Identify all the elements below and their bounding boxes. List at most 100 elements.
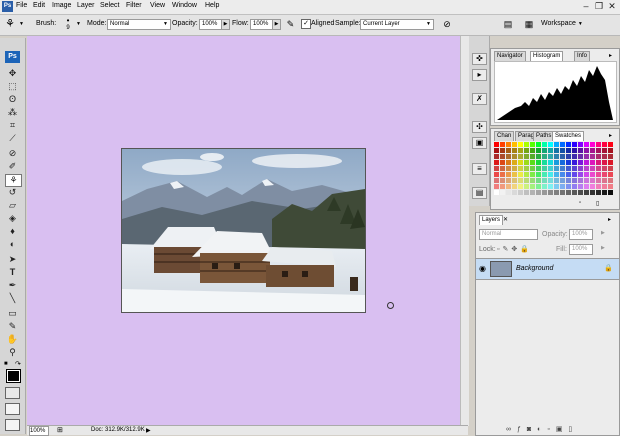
swatch[interactable] [494, 172, 499, 177]
swatch[interactable] [578, 148, 583, 153]
swatch[interactable] [560, 166, 565, 171]
swatch[interactable] [572, 178, 577, 183]
swatch[interactable] [506, 190, 511, 195]
swatch[interactable] [554, 184, 559, 189]
panel-menu-icon[interactable]: ▸ [608, 216, 611, 223]
swatch[interactable] [506, 172, 511, 177]
tab-navigator[interactable]: Navigator [494, 51, 526, 61]
swatch[interactable] [524, 184, 529, 189]
swatch[interactable] [518, 178, 523, 183]
trash-icon[interactable]: ▯ [596, 200, 599, 207]
swatch[interactable] [518, 154, 523, 159]
swatch[interactable] [542, 142, 547, 147]
swatch[interactable] [494, 148, 499, 153]
swatch[interactable] [590, 184, 595, 189]
swatch[interactable] [584, 172, 589, 177]
vertical-scrollbar[interactable] [460, 36, 469, 426]
swatch[interactable] [524, 142, 529, 147]
notes-tool-icon[interactable]: ▭ [5, 308, 20, 319]
swatch[interactable] [584, 154, 589, 159]
healing-brush-tool-icon[interactable]: ⊘ [5, 148, 20, 159]
fill-field[interactable]: 100% [569, 244, 593, 255]
swatch[interactable] [530, 190, 535, 195]
zoom-tool-icon[interactable]: ⚲ [5, 347, 20, 358]
swatch[interactable] [584, 160, 589, 165]
swatch[interactable] [578, 172, 583, 177]
zoom-field[interactable]: 100% [29, 426, 49, 436]
swatch[interactable] [578, 184, 583, 189]
type-tool-icon[interactable]: T [5, 267, 20, 278]
palette-well-icon[interactable]: ▦ [523, 18, 535, 30]
swatch[interactable] [560, 142, 565, 147]
crop-tool-icon[interactable]: ⌗ [5, 120, 20, 131]
swatch[interactable] [542, 148, 547, 153]
swatch[interactable] [518, 166, 523, 171]
eyedropper-tool-icon[interactable]: ✎ [5, 321, 20, 332]
swatch[interactable] [584, 148, 589, 153]
history-brush-tool-icon[interactable]: ↺ [5, 187, 20, 198]
swatch[interactable] [602, 184, 607, 189]
swatch[interactable] [608, 142, 613, 147]
swatch[interactable] [584, 178, 589, 183]
screen-mode-icon[interactable] [5, 403, 20, 415]
swatch[interactable] [530, 166, 535, 171]
dock-brushes-icon[interactable]: ✜ [472, 53, 487, 65]
blur-tool-icon[interactable]: ♦ [5, 226, 20, 237]
swatch[interactable] [536, 172, 541, 177]
mode-select[interactable]: Normal ▼ [107, 19, 171, 30]
opacity-arrow-icon[interactable]: ▶ [601, 230, 605, 236]
swatch[interactable] [554, 178, 559, 183]
swatch[interactable] [602, 178, 607, 183]
swatch[interactable] [500, 154, 505, 159]
swatch[interactable] [572, 142, 577, 147]
tab-histogram[interactable]: Histogram [530, 51, 564, 61]
swatch[interactable] [566, 160, 571, 165]
swatch[interactable] [578, 190, 583, 195]
swatch[interactable] [506, 178, 511, 183]
swatch[interactable] [584, 142, 589, 147]
swatch[interactable] [524, 178, 529, 183]
swatch[interactable] [524, 172, 529, 177]
status-menu-arrow-icon[interactable]: ▶ [146, 427, 151, 434]
swatch[interactable] [608, 178, 613, 183]
swatch[interactable] [494, 184, 499, 189]
brush-tool-icon[interactable]: ✐ [5, 161, 20, 172]
swatch[interactable] [566, 172, 571, 177]
swatch[interactable] [560, 190, 565, 195]
lock-icons[interactable]: ▫✎✥🔒 [497, 245, 532, 253]
swatch[interactable] [500, 160, 505, 165]
quick-mask-icon[interactable] [5, 387, 20, 399]
swatch[interactable] [554, 190, 559, 195]
swatch[interactable] [560, 154, 565, 159]
swatch[interactable] [584, 166, 589, 171]
foreground-color-swatch[interactable] [6, 369, 21, 383]
swatch[interactable] [494, 154, 499, 159]
fill-arrow-icon[interactable]: ▶ [601, 245, 605, 251]
swatch[interactable] [506, 148, 511, 153]
menu-select[interactable]: Select [100, 2, 119, 9]
swatch[interactable] [494, 190, 499, 195]
swatch[interactable] [590, 160, 595, 165]
swatch[interactable] [608, 160, 613, 165]
swap-colors-icon[interactable]: ↷ [15, 360, 21, 368]
workspace-button[interactable]: Workspace ▼ [541, 17, 591, 30]
swatch[interactable] [590, 148, 595, 153]
swatch[interactable] [566, 148, 571, 153]
swatch[interactable] [596, 172, 601, 177]
swatch[interactable] [524, 154, 529, 159]
swatch[interactable] [512, 154, 517, 159]
opacity-arrow-icon[interactable]: ▶ [221, 19, 230, 30]
path-selection-tool-icon[interactable]: ➤ [5, 254, 20, 265]
eraser-tool-icon[interactable]: ▱ [5, 200, 20, 211]
swatch[interactable] [590, 190, 595, 195]
swatch[interactable] [596, 184, 601, 189]
swatch[interactable] [518, 172, 523, 177]
swatch[interactable] [548, 166, 553, 171]
swatch[interactable] [542, 154, 547, 159]
swatch[interactable] [548, 142, 553, 147]
swatch[interactable] [602, 148, 607, 153]
swatch[interactable] [518, 190, 523, 195]
swatch[interactable] [608, 166, 613, 171]
swatch[interactable] [500, 172, 505, 177]
menu-filter[interactable]: Filter [126, 2, 142, 9]
